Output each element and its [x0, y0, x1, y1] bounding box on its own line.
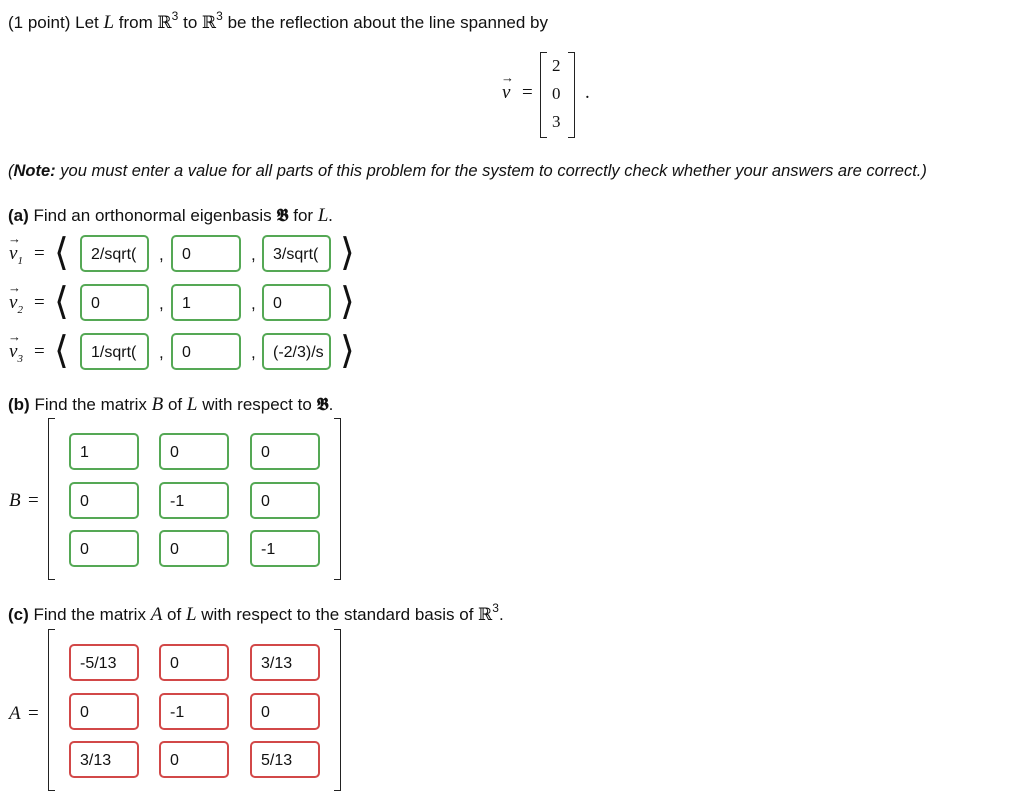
v1-component-3-input[interactable]: 3/sqrt(	[262, 235, 331, 272]
matrix-A-bracket-right	[334, 629, 341, 791]
v1-component-1-input[interactable]: 2/sqrt(	[80, 235, 149, 272]
part-c-heading: (c) Find the matrix A of L with respect …	[8, 601, 504, 625]
matrix-A: A = -5/13 0 3/13 0 -1 0 3/13 0 5/13	[0, 627, 360, 793]
v2-component-2-input[interactable]: 1	[171, 284, 241, 321]
v-entry: 3	[552, 112, 561, 131]
v2-component-1-input[interactable]: 0	[80, 284, 149, 321]
open-angle: ⟨	[54, 230, 69, 274]
matrix-B: B = 1 0 0 0 -1 0 0 0 -1	[0, 416, 360, 582]
v3-component-3-input[interactable]: (-2/3)/s	[262, 333, 331, 370]
matrix-A-cell-input[interactable]: 0	[159, 644, 229, 681]
note: (Note: you must enter a value for all pa…	[8, 162, 927, 180]
matrix-A-cell-input[interactable]: 5/13	[250, 741, 320, 778]
part-b-heading: (b) Find the matrix B of L with respect …	[8, 394, 334, 415]
matrix-A-cell-input[interactable]: 3/13	[69, 741, 139, 778]
matrix-B-bracket-right	[334, 418, 341, 580]
eigenvector-row-3: v3 = ⟨ 1/sqrt( , 0 , (-2/3)/s ⟩	[0, 328, 380, 375]
close-angle: ⟩	[340, 230, 355, 274]
v2-component-3-input[interactable]: 0	[262, 284, 331, 321]
matrix-A-cell-input[interactable]: -5/13	[69, 644, 139, 681]
points-label: (1 point)	[8, 13, 71, 32]
matrix-B-label: B	[9, 490, 21, 511]
matrix-A-cell-input[interactable]: 0	[159, 741, 229, 778]
matrix-B-cell-input[interactable]: 0	[69, 482, 139, 519]
matrix-B-cell-input[interactable]: 1	[69, 433, 139, 470]
v3-label: v3	[8, 329, 23, 364]
v3-component-1-input[interactable]: 1/sqrt(	[80, 333, 149, 370]
matrix-A-cell-input[interactable]: -1	[159, 693, 229, 730]
open-angle: ⟨	[54, 279, 69, 323]
v-entry: 0	[552, 84, 561, 103]
eigenvector-row-1: v1 = ⟨ 2/sqrt( , 0 , 3/sqrt( ⟩	[0, 230, 380, 277]
eigenvector-row-2: v2 = ⟨ 0 , 1 , 0 ⟩	[0, 279, 380, 326]
basis-symbol: 𝕭	[276, 206, 289, 226]
matrix-B-bracket-left	[48, 418, 55, 580]
open-angle: ⟨	[54, 328, 69, 372]
matrix-B-cell-input[interactable]: -1	[250, 530, 320, 567]
v1-label: v1	[8, 231, 23, 266]
matrix-B-cell-input[interactable]: 0	[159, 433, 229, 470]
math-L: L	[103, 12, 115, 33]
matrix-A-cell-input[interactable]: 0	[69, 693, 139, 730]
matrix-A-cell-input[interactable]: 0	[250, 693, 320, 730]
close-angle: ⟩	[340, 279, 355, 323]
v2-label: v2	[8, 280, 23, 315]
matrix-B-cell-input[interactable]: 0	[250, 433, 320, 470]
part-a-heading: (a) Find an orthonormal eigenbasis 𝕭 for…	[8, 205, 333, 226]
v-bracket-left	[540, 52, 547, 138]
v1-component-2-input[interactable]: 0	[171, 235, 241, 272]
matrix-A-label: A	[9, 703, 21, 724]
v-label: v	[501, 70, 515, 104]
matrix-B-cell-input[interactable]: 0	[250, 482, 320, 519]
matrix-B-cell-input[interactable]: 0	[159, 530, 229, 567]
matrix-A-bracket-left	[48, 629, 55, 791]
close-angle: ⟩	[340, 328, 355, 372]
matrix-A-cell-input[interactable]: 3/13	[250, 644, 320, 681]
problem-statement: (1 point) Let L from ℝ3 to ℝ3 be the ref…	[8, 9, 548, 33]
matrix-B-cell-input[interactable]: 0	[69, 530, 139, 567]
v-entry: 2	[552, 56, 561, 75]
v-bracket-right	[568, 52, 575, 138]
spanning-vector: v = 2 0 3 .	[500, 52, 610, 138]
matrix-B-cell-input[interactable]: -1	[159, 482, 229, 519]
v3-component-2-input[interactable]: 0	[171, 333, 241, 370]
